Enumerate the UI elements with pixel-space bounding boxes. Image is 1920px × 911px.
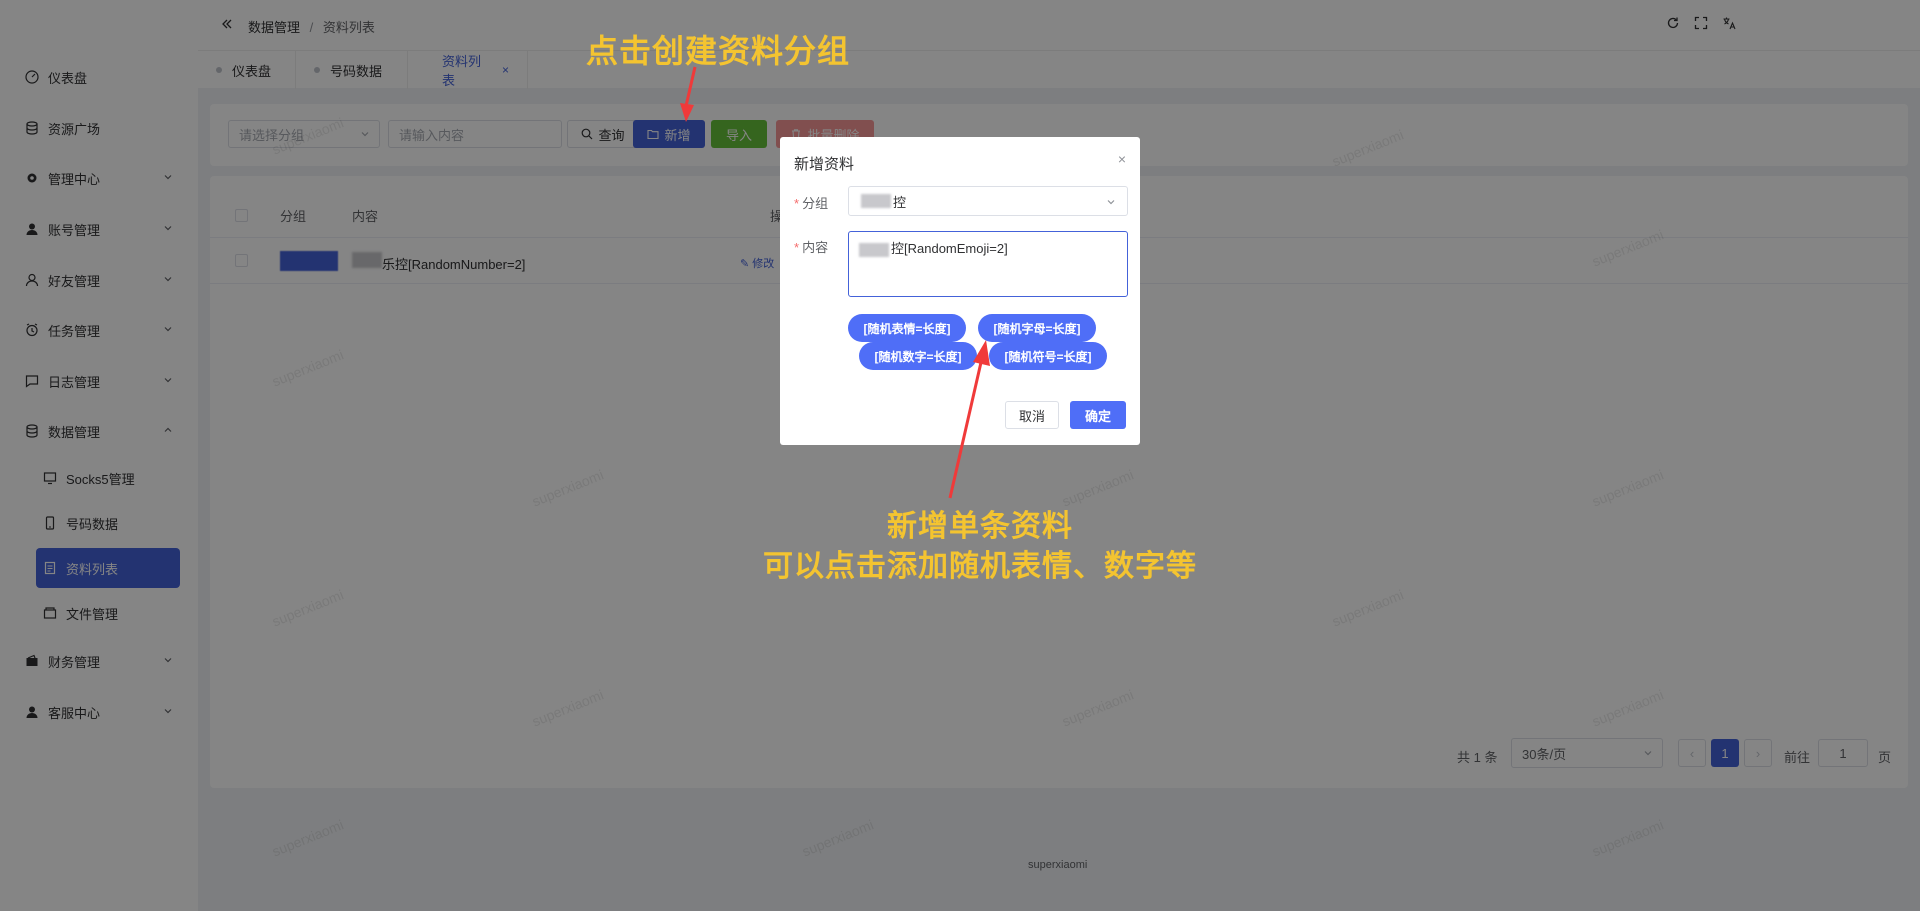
annotation-arrows <box>680 66 990 499</box>
arrow-to-add-button <box>680 66 697 122</box>
arrow-to-chips <box>948 340 990 499</box>
